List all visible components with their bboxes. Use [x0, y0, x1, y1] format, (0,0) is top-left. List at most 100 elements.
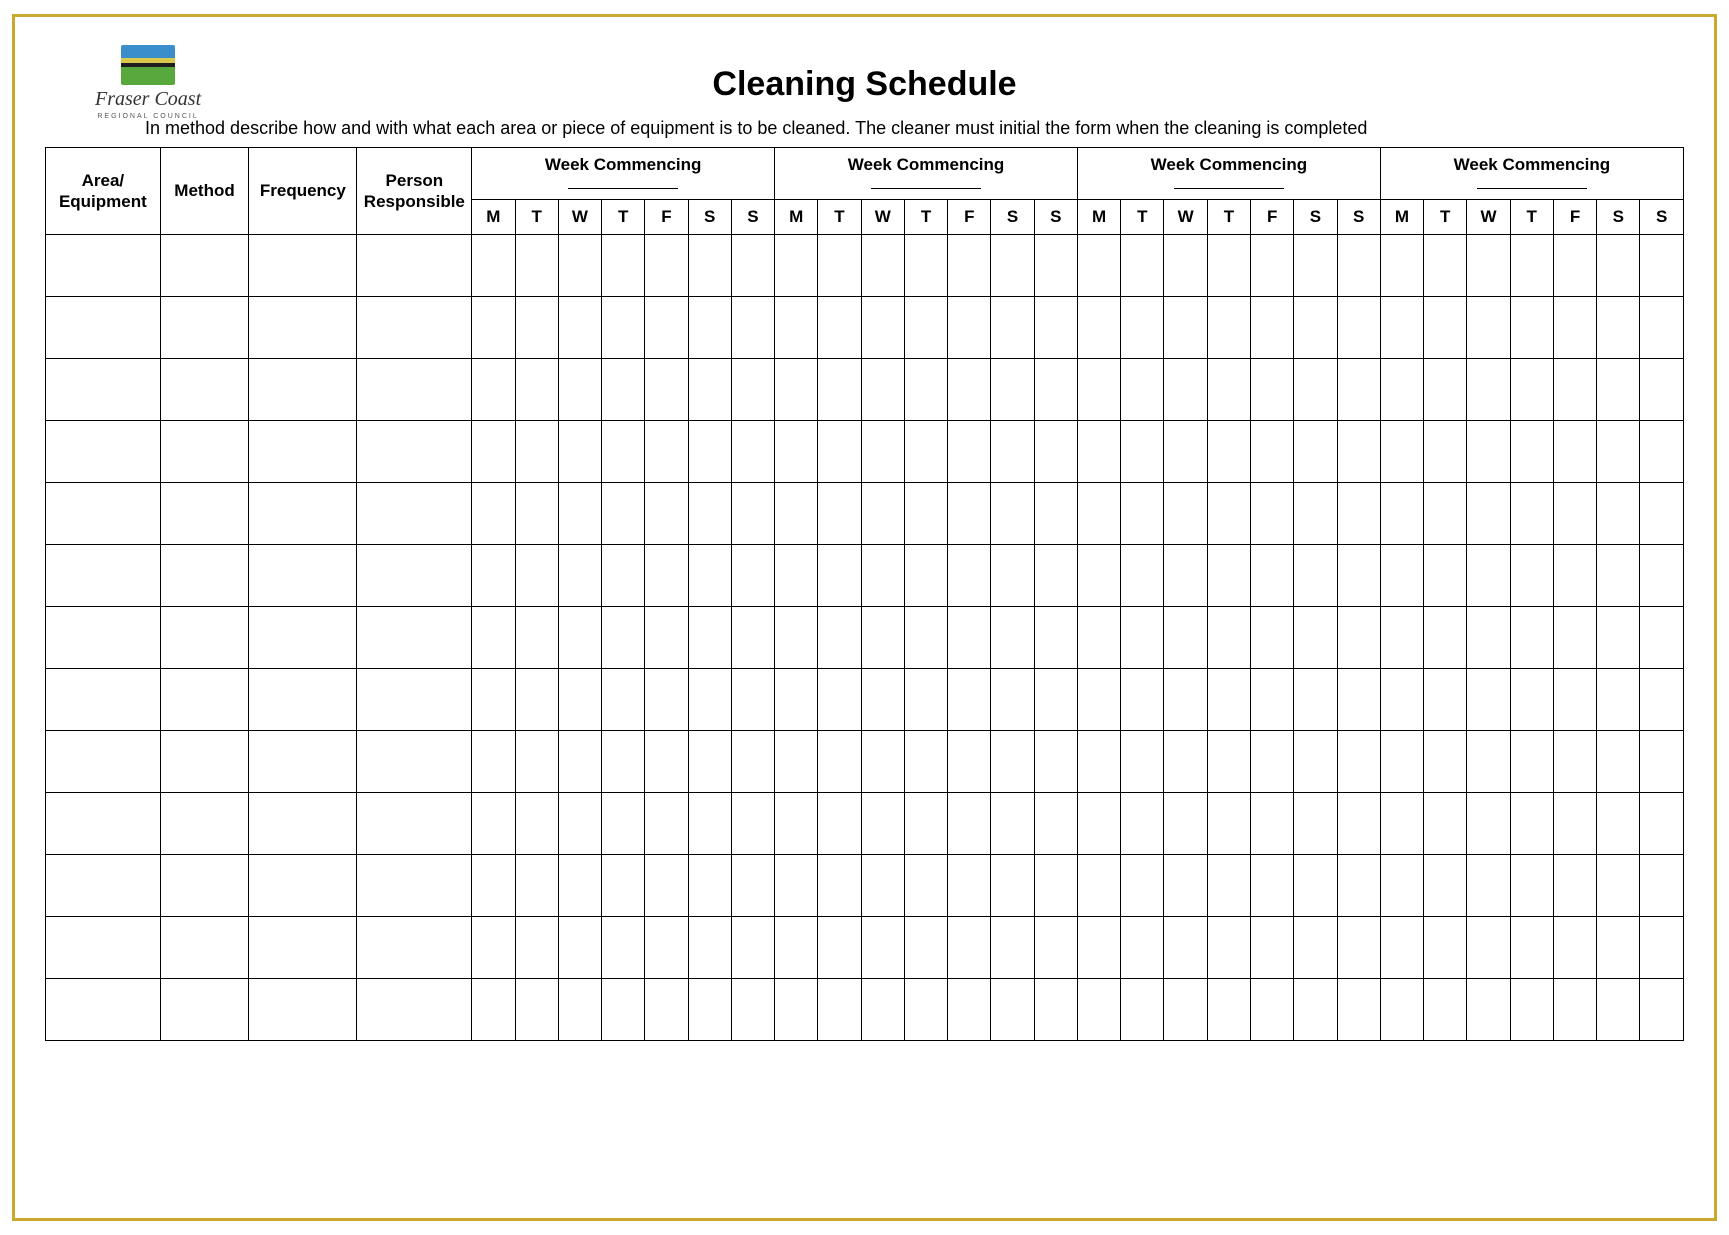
- day-cell[interactable]: [731, 358, 774, 420]
- info-cell[interactable]: [160, 854, 249, 916]
- day-cell[interactable]: [1510, 296, 1553, 358]
- info-cell[interactable]: [357, 606, 472, 668]
- day-cell[interactable]: [1251, 234, 1294, 296]
- day-cell[interactable]: [515, 482, 558, 544]
- day-cell[interactable]: [1121, 482, 1164, 544]
- day-cell[interactable]: [948, 730, 991, 792]
- info-cell[interactable]: [46, 730, 161, 792]
- day-cell[interactable]: [1164, 482, 1207, 544]
- day-cell[interactable]: [472, 544, 515, 606]
- day-cell[interactable]: [1467, 854, 1510, 916]
- day-cell[interactable]: [558, 482, 601, 544]
- day-cell[interactable]: [1380, 544, 1423, 606]
- day-cell[interactable]: [1640, 792, 1684, 854]
- day-cell[interactable]: [991, 792, 1034, 854]
- day-cell[interactable]: [472, 978, 515, 1040]
- day-cell[interactable]: [1034, 420, 1077, 482]
- day-cell[interactable]: [1380, 420, 1423, 482]
- info-cell[interactable]: [46, 544, 161, 606]
- day-cell[interactable]: [645, 916, 688, 978]
- day-cell[interactable]: [472, 916, 515, 978]
- day-cell[interactable]: [1380, 792, 1423, 854]
- day-cell[interactable]: [515, 606, 558, 668]
- day-cell[interactable]: [1380, 482, 1423, 544]
- day-cell[interactable]: [904, 916, 947, 978]
- day-cell[interactable]: [1077, 544, 1120, 606]
- day-cell[interactable]: [1294, 544, 1337, 606]
- day-cell[interactable]: [948, 668, 991, 730]
- day-cell[interactable]: [1121, 978, 1164, 1040]
- info-cell[interactable]: [160, 978, 249, 1040]
- day-cell[interactable]: [1207, 792, 1250, 854]
- day-cell[interactable]: [688, 668, 731, 730]
- day-cell[interactable]: [948, 606, 991, 668]
- day-cell[interactable]: [1597, 358, 1640, 420]
- info-cell[interactable]: [249, 358, 357, 420]
- day-cell[interactable]: [602, 420, 645, 482]
- info-cell[interactable]: [160, 606, 249, 668]
- day-cell[interactable]: [602, 854, 645, 916]
- day-cell[interactable]: [1510, 482, 1553, 544]
- day-cell[interactable]: [991, 978, 1034, 1040]
- day-cell[interactable]: [775, 916, 818, 978]
- day-cell[interactable]: [688, 358, 731, 420]
- day-cell[interactable]: [472, 296, 515, 358]
- day-cell[interactable]: [861, 358, 904, 420]
- day-cell[interactable]: [1337, 296, 1380, 358]
- day-cell[interactable]: [1034, 234, 1077, 296]
- day-cell[interactable]: [1380, 358, 1423, 420]
- day-cell[interactable]: [1121, 916, 1164, 978]
- day-cell[interactable]: [1597, 544, 1640, 606]
- day-cell[interactable]: [1510, 916, 1553, 978]
- info-cell[interactable]: [46, 978, 161, 1040]
- day-cell[interactable]: [861, 792, 904, 854]
- day-cell[interactable]: [991, 606, 1034, 668]
- day-cell[interactable]: [1510, 792, 1553, 854]
- day-cell[interactable]: [1640, 854, 1684, 916]
- day-cell[interactable]: [948, 234, 991, 296]
- day-cell[interactable]: [1294, 730, 1337, 792]
- info-cell[interactable]: [249, 482, 357, 544]
- day-cell[interactable]: [602, 730, 645, 792]
- info-cell[interactable]: [249, 234, 357, 296]
- day-cell[interactable]: [688, 730, 731, 792]
- info-cell[interactable]: [160, 668, 249, 730]
- info-cell[interactable]: [46, 792, 161, 854]
- day-cell[interactable]: [904, 358, 947, 420]
- day-cell[interactable]: [1337, 792, 1380, 854]
- day-cell[interactable]: [1337, 606, 1380, 668]
- day-cell[interactable]: [645, 606, 688, 668]
- day-cell[interactable]: [645, 854, 688, 916]
- day-cell[interactable]: [1121, 296, 1164, 358]
- day-cell[interactable]: [515, 420, 558, 482]
- day-cell[interactable]: [818, 544, 861, 606]
- day-cell[interactable]: [1424, 234, 1467, 296]
- day-cell[interactable]: [818, 296, 861, 358]
- day-cell[interactable]: [991, 482, 1034, 544]
- day-cell[interactable]: [861, 544, 904, 606]
- day-cell[interactable]: [991, 420, 1034, 482]
- day-cell[interactable]: [775, 792, 818, 854]
- day-cell[interactable]: [731, 978, 774, 1040]
- day-cell[interactable]: [688, 482, 731, 544]
- day-cell[interactable]: [558, 606, 601, 668]
- day-cell[interactable]: [1294, 358, 1337, 420]
- day-cell[interactable]: [1510, 358, 1553, 420]
- day-cell[interactable]: [948, 916, 991, 978]
- day-cell[interactable]: [1337, 916, 1380, 978]
- day-cell[interactable]: [1207, 420, 1250, 482]
- day-cell[interactable]: [1380, 606, 1423, 668]
- info-cell[interactable]: [357, 296, 472, 358]
- day-cell[interactable]: [731, 606, 774, 668]
- day-cell[interactable]: [558, 916, 601, 978]
- day-cell[interactable]: [1164, 730, 1207, 792]
- info-cell[interactable]: [46, 854, 161, 916]
- day-cell[interactable]: [1510, 730, 1553, 792]
- day-cell[interactable]: [1294, 296, 1337, 358]
- day-cell[interactable]: [1553, 854, 1596, 916]
- day-cell[interactable]: [1510, 420, 1553, 482]
- day-cell[interactable]: [645, 420, 688, 482]
- day-cell[interactable]: [472, 730, 515, 792]
- day-cell[interactable]: [991, 916, 1034, 978]
- day-cell[interactable]: [602, 606, 645, 668]
